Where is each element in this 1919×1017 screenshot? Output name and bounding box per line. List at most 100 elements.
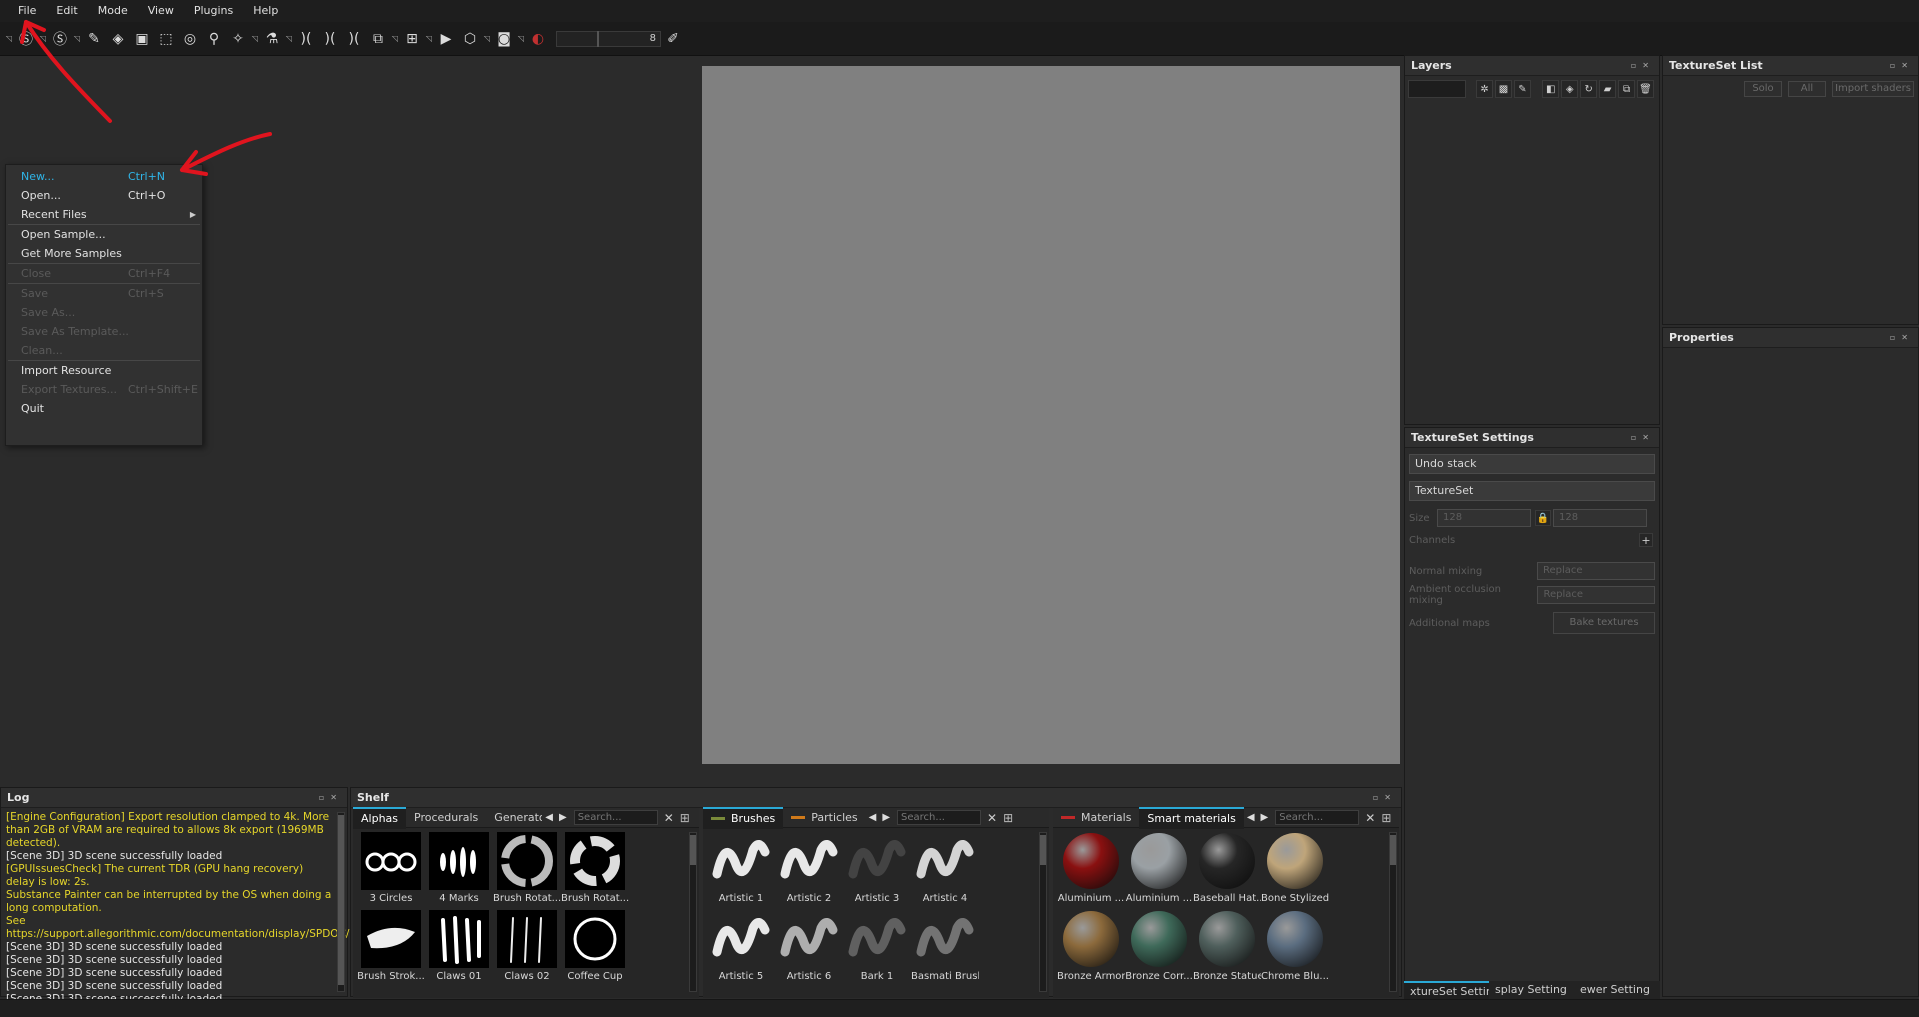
brush-size-icon[interactable]: ◐: [528, 29, 548, 49]
detach-icon[interactable]: ◹: [5, 29, 13, 49]
shelf-search-input[interactable]: Search...: [1275, 810, 1360, 825]
prev-tab-icon[interactable]: ◀: [1244, 812, 1258, 823]
add-mask-icon[interactable]: ▩: [1495, 80, 1512, 98]
projection-icon[interactable]: ▣: [132, 29, 152, 49]
prev-tab-icon[interactable]: ◀: [542, 812, 556, 823]
tab-procedurals[interactable]: Procedurals: [406, 808, 486, 828]
paint-brush-icon[interactable]: ✎: [84, 29, 104, 49]
panel-controls[interactable]: ▫✕: [1631, 428, 1655, 448]
add-layer-icon[interactable]: ◧: [1542, 80, 1560, 98]
ao-mixing-dropdown[interactable]: Replace: [1537, 586, 1655, 604]
file-menu-item[interactable]: Import Resource: [6, 361, 202, 380]
shelf-item[interactable]: Claws 02: [493, 910, 561, 982]
shelf-item[interactable]: Bronze Statue: [1193, 910, 1261, 982]
menu-help[interactable]: Help: [243, 0, 288, 22]
clear-search-icon[interactable]: ✕: [664, 811, 674, 825]
add-channel-icon[interactable]: +: [1639, 533, 1653, 547]
prev-tab-icon[interactable]: ◀: [866, 812, 880, 823]
symmetry-z-icon[interactable]: )(: [344, 29, 364, 49]
panel-controls[interactable]: ▫✕: [1631, 56, 1655, 76]
tab-particles[interactable]: Particles: [783, 808, 865, 828]
clone-stamp-icon[interactable]: ⚲: [204, 29, 224, 49]
shelf-item[interactable]: Bronze Corr...: [1125, 910, 1193, 982]
detach-icon[interactable]: ◹: [517, 29, 525, 49]
symmetry-icon[interactable]: )(: [296, 29, 316, 49]
shelf-search-input[interactable]: Search...: [573, 810, 658, 825]
scrollbar-thumb[interactable]: [690, 835, 696, 865]
shelf-item[interactable]: Brush Rotat...: [493, 832, 561, 904]
tab-textureset-settings[interactable]: xtureSet Setting: [1404, 981, 1489, 999]
shelf-item[interactable]: 3 Circles: [357, 832, 425, 904]
tab-generators[interactable]: Generator: [486, 808, 542, 828]
size-height-field[interactable]: 128: [1553, 509, 1647, 527]
detach-icon[interactable]: ◹: [73, 29, 81, 49]
grid-view-icon[interactable]: ⊞: [1003, 811, 1013, 825]
next-tab-icon[interactable]: ▶: [1258, 812, 1272, 823]
grid-view-icon[interactable]: ⊞: [680, 811, 690, 825]
shelf-item[interactable]: Artistic 5: [707, 910, 775, 982]
shelf-scrollbar[interactable]: [1039, 832, 1047, 992]
detach-icon[interactable]: ◹: [285, 29, 293, 49]
size-width-field[interactable]: 128: [1437, 509, 1531, 527]
shelf-scrollbar[interactable]: [689, 832, 697, 992]
add-folder-icon[interactable]: ▰: [1599, 80, 1617, 98]
substance-logo-icon[interactable]: Ⓢ: [16, 29, 36, 49]
shelf-item[interactable]: Brush Rotat...: [561, 832, 629, 904]
shelf-item[interactable]: Artistic 1: [707, 832, 775, 904]
shelf-item[interactable]: Artistic 3: [843, 832, 911, 904]
delete-layer-icon[interactable]: 🗑: [1637, 80, 1654, 98]
panel-controls[interactable]: ▫✕: [1890, 56, 1914, 76]
normal-mixing-dropdown[interactable]: Replace: [1537, 562, 1655, 580]
tab-display-settings[interactable]: splay Setting: [1489, 981, 1574, 999]
menu-mode[interactable]: Mode: [88, 0, 138, 22]
add-fill-layer-icon[interactable]: ◈: [1561, 80, 1579, 98]
file-menu-item[interactable]: New... Ctrl+N: [6, 167, 202, 186]
panel-controls[interactable]: ▫✕: [1890, 328, 1914, 348]
file-menu-item[interactable]: Open... Ctrl+O: [6, 186, 202, 205]
shelf-item[interactable]: Artistic 2: [775, 832, 843, 904]
shelf-item[interactable]: Coffee Cup: [561, 910, 629, 982]
shelf-item[interactable]: Claws 01: [425, 910, 493, 982]
material-picker-icon[interactable]: ✧: [228, 29, 248, 49]
shelf-item[interactable]: Basmati Brush: [911, 910, 979, 982]
shelf-item[interactable]: Bone Stylized: [1261, 832, 1329, 904]
shelf-item[interactable]: Artistic 6: [775, 910, 843, 982]
detach-icon[interactable]: ◹: [425, 29, 433, 49]
menu-file[interactable]: File: [8, 0, 46, 22]
2d-viewport[interactable]: [702, 66, 1400, 764]
file-menu-item[interactable]: Quit: [6, 399, 202, 418]
detach-icon[interactable]: ◹: [39, 29, 47, 49]
lock-ratio-icon[interactable]: 🔒: [1535, 510, 1551, 526]
scrollbar-thumb[interactable]: [1390, 835, 1396, 865]
shelf-item[interactable]: Bronze Armor: [1057, 910, 1125, 982]
smudge-icon[interactable]: ◎: [180, 29, 200, 49]
substance-alt-icon[interactable]: Ⓢ: [50, 29, 70, 49]
log-scrollbar[interactable]: [337, 812, 345, 992]
menu-edit[interactable]: Edit: [46, 0, 87, 22]
scrollbar-thumb[interactable]: [338, 815, 344, 985]
file-menu-item[interactable]: Recent Files ▶: [6, 205, 202, 224]
detach-icon[interactable]: ◹: [391, 29, 399, 49]
shelf-item[interactable]: 4 Marks: [425, 832, 493, 904]
shelf-scrollbar[interactable]: [1389, 832, 1397, 992]
undo-stack-field[interactable]: Undo stack: [1409, 454, 1655, 474]
add-generator-icon[interactable]: ↻: [1580, 80, 1598, 98]
cube-icon[interactable]: ⬡: [460, 29, 480, 49]
view-2d3d-icon[interactable]: ⊞: [402, 29, 422, 49]
shelf-item[interactable]: Chrome Blu...: [1261, 910, 1329, 982]
solo-button[interactable]: Solo: [1744, 81, 1782, 97]
eraser-icon[interactable]: ◈: [108, 29, 128, 49]
add-effect-icon[interactable]: ✲: [1476, 80, 1494, 98]
shelf-item[interactable]: Artistic 4: [911, 832, 979, 904]
grid-view-icon[interactable]: ⊞: [1381, 811, 1391, 825]
file-menu-item[interactable]: Open Sample...: [6, 225, 202, 244]
all-button[interactable]: All: [1788, 81, 1826, 97]
symmetry-y-icon[interactable]: )(: [320, 29, 340, 49]
clear-search-icon[interactable]: ✕: [1365, 811, 1375, 825]
tab-brushes[interactable]: Brushes: [703, 806, 784, 829]
brush-size-slider[interactable]: 8: [556, 30, 661, 47]
file-menu-item[interactable]: Get More Samples: [6, 244, 202, 263]
next-tab-icon[interactable]: ▶: [879, 812, 893, 823]
tab-viewer-settings[interactable]: ewer Setting: [1574, 981, 1659, 999]
layer-blend-dropdown[interactable]: [1408, 80, 1467, 98]
